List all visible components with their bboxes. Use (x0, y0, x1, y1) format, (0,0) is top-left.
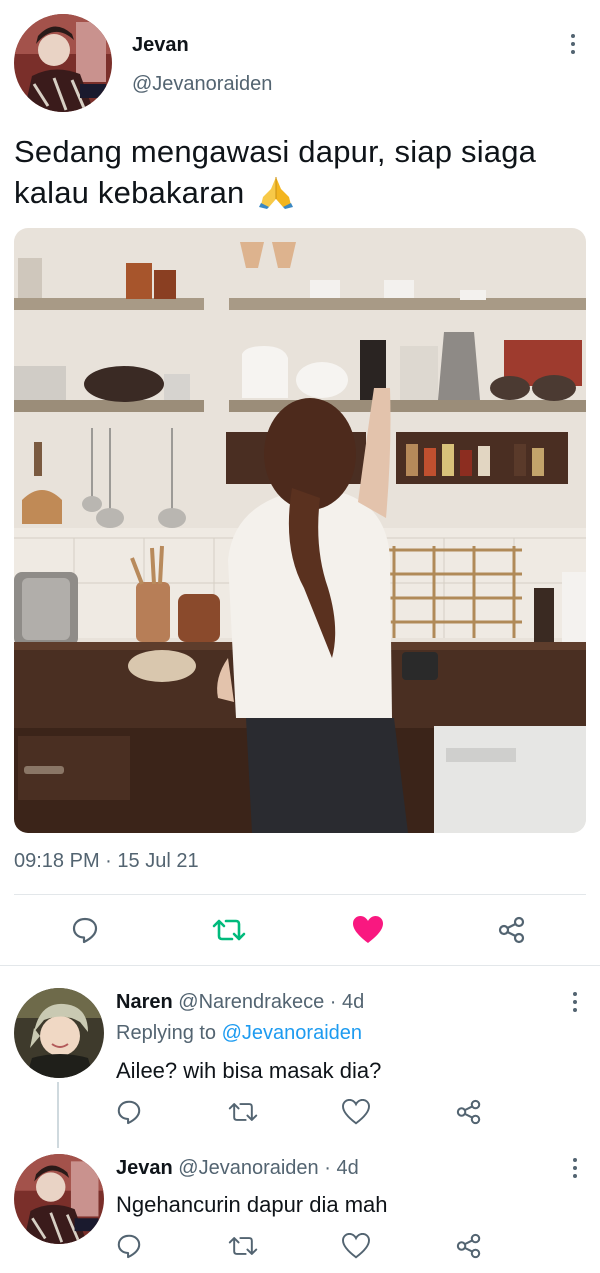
reply-2-like-button[interactable] (339, 1229, 373, 1263)
like-button[interactable] (351, 913, 385, 947)
reply-2-reply-button[interactable] (112, 1229, 146, 1263)
retweet-icon (228, 1103, 258, 1121)
tweet-date: 15 Jul 21 (117, 850, 199, 872)
speech-bubble-icon (117, 1100, 141, 1125)
reply-avatar-naren[interactable] (14, 988, 104, 1078)
author-handle[interactable]: @Jevanoraiden (132, 73, 272, 96)
share-button[interactable] (495, 913, 529, 947)
reply-author-name[interactable]: Jevan (116, 1157, 173, 1179)
share-nodes-icon (456, 1099, 481, 1125)
folded-hands-emoji-icon (257, 173, 295, 219)
reply-1-share-button[interactable] (452, 1095, 486, 1129)
retweet-icon (228, 1237, 258, 1255)
heart-icon (353, 916, 383, 943)
avatar-image (14, 14, 112, 112)
reply-text: Ailee? wih bisa masak dia? (116, 1058, 382, 1083)
tweet-time: 09:18 PM (14, 850, 100, 872)
avatar-image (14, 1154, 104, 1244)
tweet-photo[interactable] (14, 228, 586, 833)
reply-1-reply-button[interactable] (112, 1095, 146, 1129)
share-nodes-icon (456, 1233, 481, 1259)
reply-1-like-button[interactable] (339, 1095, 373, 1129)
retweet-icon (212, 919, 246, 941)
reply-more-options-icon[interactable] (565, 1154, 585, 1182)
reply-age[interactable]: · 4d (330, 991, 364, 1013)
meta-separator: · (105, 850, 112, 872)
reply-2-share-button[interactable] (452, 1229, 486, 1263)
tweet-text: Sedang mengawasi dapur, siap siaga kalau… (14, 131, 584, 219)
replying-to-mention[interactable]: @Jevanoraiden (222, 1022, 362, 1044)
reply-author-name[interactable]: Naren (116, 991, 173, 1013)
heart-outline-icon (342, 1233, 370, 1259)
speech-bubble-icon (72, 917, 98, 944)
thread-connector (57, 1082, 59, 1148)
reply-1-retweet-button[interactable] (226, 1095, 260, 1129)
reply-header: Naren @Narendrakece · 4d (116, 991, 364, 1014)
author-avatar[interactable] (14, 14, 112, 112)
replying-to: Replying to @Jevanoraiden (116, 1022, 362, 1045)
share-nodes-icon (498, 916, 525, 944)
reply-author-handle[interactable]: @Jevanoraiden (178, 1157, 318, 1179)
divider-top (14, 894, 586, 895)
reply-more-options-icon[interactable] (565, 988, 585, 1016)
reply-header: Jevan @Jevanoraiden · 4d (116, 1157, 359, 1180)
retweet-button[interactable] (212, 913, 246, 947)
speech-bubble-icon (117, 1234, 141, 1259)
reply-author-handle[interactable]: @Narendrakece (178, 991, 324, 1013)
author-name[interactable]: Jevan (132, 34, 189, 57)
replying-to-prefix: Replying to (116, 1022, 217, 1044)
divider-bottom (0, 965, 600, 966)
reply-text: Ngehancurin dapur dia mah (116, 1192, 388, 1217)
heart-outline-icon (342, 1099, 370, 1125)
reply-avatar-jevan[interactable] (14, 1154, 104, 1244)
reply-age[interactable]: · 4d (324, 1157, 358, 1179)
more-options-icon[interactable] (563, 30, 583, 58)
avatar-image (14, 988, 104, 1078)
kitchen-photo-image (14, 228, 586, 833)
tweet-timestamp[interactable]: 09:18 PM · 15 Jul 21 (14, 850, 199, 873)
reply-2-retweet-button[interactable] (226, 1229, 260, 1263)
reply-button[interactable] (68, 913, 102, 947)
